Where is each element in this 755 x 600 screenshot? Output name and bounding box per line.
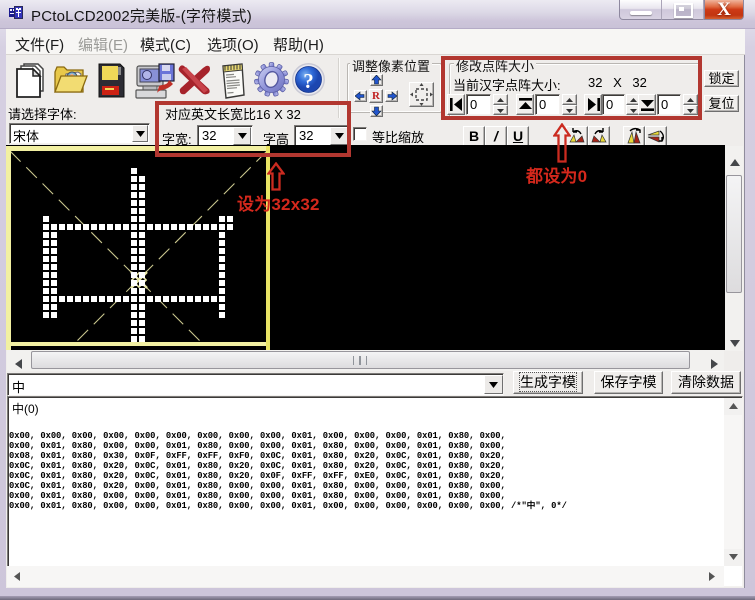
svg-text:?: ? bbox=[303, 69, 314, 93]
